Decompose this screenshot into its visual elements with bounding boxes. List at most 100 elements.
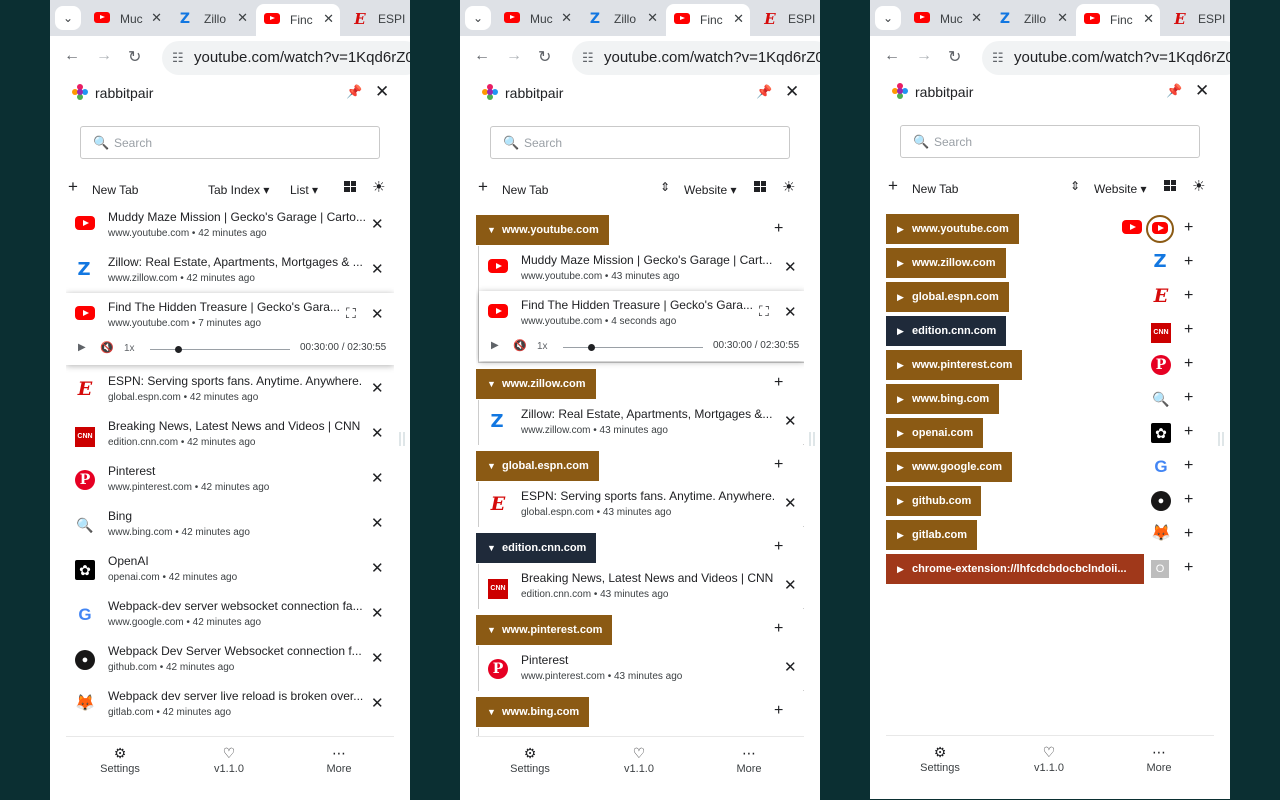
layout-icon[interactable]	[344, 181, 356, 192]
tab-row[interactable]: 🔍 Bing www.bing.com • 42 minutes ago ✕	[66, 502, 394, 547]
espn-icon[interactable]: E	[1151, 287, 1171, 307]
reload-icon[interactable]: ↻	[128, 47, 141, 67]
close-tab-icon[interactable]: ✕	[1057, 10, 1068, 26]
caret-right-icon[interactable]: ▶	[897, 214, 904, 244]
group-header[interactable]: ▶ www.bing.com	[886, 384, 1000, 414]
caret-down-icon[interactable]: ▼	[487, 451, 496, 481]
add-tab-to-group-icon[interactable]: +	[774, 620, 783, 638]
group-row-9[interactable]: ▶ gitlab.com 🦊 +	[886, 520, 1214, 550]
seek-bar[interactable]	[563, 347, 703, 348]
tab-search-dropdown[interactable]: ⌄	[465, 6, 491, 30]
caret-right-icon[interactable]: ▶	[897, 316, 904, 346]
group-row-1[interactable]: ▼ www.zillow.com +	[476, 369, 804, 399]
add-tab-to-group-icon[interactable]: +	[1184, 423, 1193, 441]
tab-row[interactable]: P Pinterest www.pinterest.com • 43 minutes…	[479, 646, 803, 691]
layout-icon[interactable]	[754, 181, 766, 192]
resize-handle[interactable]	[1218, 432, 1224, 446]
close-tab-icon[interactable]: ✕	[371, 649, 384, 667]
close-panel-icon[interactable]: ✕	[785, 82, 799, 102]
close-tab-icon[interactable]: ✕	[371, 514, 384, 532]
more-button[interactable]: ⋯ More	[719, 745, 779, 775]
new-tab-button[interactable]: New Tab	[502, 183, 548, 197]
seek-knob[interactable]	[588, 344, 595, 351]
add-tab-to-group-icon[interactable]: +	[1184, 355, 1193, 373]
add-tab-to-group-icon[interactable]: +	[1184, 457, 1193, 475]
site-settings-icon[interactable]: ☷	[172, 50, 184, 66]
youtube-icon[interactable]	[1122, 220, 1142, 239]
browser-tab-4[interactable]: E ESPI	[754, 6, 820, 32]
close-tab-icon[interactable]: ✕	[784, 576, 797, 594]
close-tab-icon[interactable]: ✕	[784, 303, 797, 321]
view-select[interactable]: List ▾	[290, 183, 318, 197]
group-row-6[interactable]: ▶ openai.com ✿ +	[886, 418, 1214, 448]
close-tab-icon[interactable]: ✕	[371, 305, 384, 323]
openai-icon[interactable]: ✿	[1151, 423, 1171, 443]
tab-row[interactable]: P Pinterest www.pinterest.com • 42 minutes…	[66, 457, 394, 502]
group-header[interactable]: ▼ www.youtube.com	[476, 215, 609, 245]
close-tab-icon[interactable]: ✕	[371, 379, 384, 397]
caret-right-icon[interactable]: ▶	[897, 418, 904, 448]
group-header[interactable]: ▶ chrome-extension://lhfcdcbdocbclndoii..…	[886, 554, 1144, 584]
close-panel-icon[interactable]: ✕	[1195, 81, 1209, 101]
pinterest-icon[interactable]: P	[1151, 355, 1171, 375]
caret-right-icon[interactable]: ▶	[897, 384, 904, 414]
group-header[interactable]: ▼ www.pinterest.com	[476, 615, 613, 645]
tab-search-dropdown[interactable]: ⌄	[875, 6, 901, 30]
github-icon[interactable]: ●	[1151, 491, 1171, 511]
back-icon[interactable]: ←	[474, 47, 490, 65]
tab-row[interactable]: ✿ OpenAI openai.com • 42 minutes ago ✕	[66, 547, 394, 592]
tab-row[interactable]: Find The Hidden Treasure | Gecko's Gara.…	[66, 293, 394, 365]
close-tab-icon[interactable]: ✕	[371, 694, 384, 712]
new-tab-plus-icon[interactable]: +	[478, 177, 488, 197]
browser-tab-1[interactable]: Muc ✕	[496, 6, 578, 32]
close-tab-icon[interactable]: ✕	[151, 10, 162, 26]
more-button[interactable]: ⋯ More	[1129, 744, 1189, 774]
close-tab-icon[interactable]: ✕	[237, 10, 248, 26]
group-header[interactable]: ▶ github.com	[886, 486, 982, 516]
new-tab-button[interactable]: New Tab	[92, 183, 138, 197]
group-header[interactable]: ▶ www.pinterest.com	[886, 350, 1023, 380]
group-row-8[interactable]: ▶ github.com ● +	[886, 486, 1214, 516]
expand-collapse-icon[interactable]: ⇕	[1070, 179, 1080, 193]
new-tab-button[interactable]: New Tab	[912, 182, 958, 196]
browser-tab-2[interactable]: Z Zillo ✕	[580, 6, 664, 32]
browser-tab-2[interactable]: Z Zillo ✕	[170, 6, 254, 32]
group-header[interactable]: ▼ www.bing.com	[476, 697, 590, 727]
search-input[interactable]: 🔍 Search	[80, 126, 380, 159]
caret-down-icon[interactable]: ▼	[487, 215, 496, 245]
group-row-3[interactable]: ▼ edition.cnn.com +	[476, 533, 804, 563]
add-tab-to-group-icon[interactable]: +	[1184, 389, 1193, 407]
browser-tab-4[interactable]: E ESPI	[1164, 6, 1230, 32]
close-tab-icon[interactable]: ✕	[1143, 11, 1154, 27]
expand-collapse-icon[interactable]: ⇕	[660, 180, 670, 194]
group-header[interactable]: ▶ www.zillow.com	[886, 248, 1006, 278]
settings-button[interactable]: ⚙ Settings	[90, 745, 150, 775]
tab-row[interactable]: 🦊 Webpack dev server live reload is broke…	[66, 682, 394, 727]
close-tab-icon[interactable]: ✕	[371, 559, 384, 577]
tab-row[interactable]: E ESPN: Serving sports fans. Anytime. Any…	[479, 482, 803, 527]
add-tab-to-group-icon[interactable]: +	[774, 702, 783, 720]
forward-icon[interactable]: →	[96, 47, 112, 65]
version-button[interactable]: ♡ v1.1.0	[199, 745, 259, 775]
seek-knob[interactable]	[175, 346, 182, 353]
pin-icon[interactable]: 📌	[1166, 83, 1182, 99]
add-tab-to-group-icon[interactable]: +	[1184, 219, 1193, 237]
add-tab-to-group-icon[interactable]: +	[1184, 321, 1193, 339]
close-tab-icon[interactable]: ✕	[784, 258, 797, 276]
tab-row[interactable]: Muddy Maze Mission | Gecko's Garage | Ca…	[66, 203, 394, 248]
caret-right-icon[interactable]: ▶	[897, 282, 904, 312]
playback-speed[interactable]: 1x	[537, 341, 548, 352]
caret-right-icon[interactable]: ▶	[897, 486, 904, 516]
forward-icon[interactable]: →	[916, 47, 932, 65]
search-input[interactable]: 🔍 Search	[900, 125, 1200, 158]
tab-row[interactable]: Muddy Maze Mission | Gecko's Garage | Ca…	[479, 246, 803, 291]
theme-toggle-icon[interactable]: ☀	[372, 178, 385, 196]
new-tab-plus-icon[interactable]: +	[888, 176, 898, 196]
add-tab-to-group-icon[interactable]: +	[1184, 525, 1193, 543]
tab-row[interactable]: G Webpack-dev server websocket connection…	[66, 592, 394, 637]
group-row-0[interactable]: ▶ www.youtube.com +	[886, 214, 1214, 244]
close-tab-icon[interactable]: ✕	[647, 10, 658, 26]
settings-button[interactable]: ⚙ Settings	[500, 745, 560, 775]
group-header[interactable]: ▼ edition.cnn.com	[476, 533, 597, 563]
close-tab-icon[interactable]: ✕	[371, 604, 384, 622]
